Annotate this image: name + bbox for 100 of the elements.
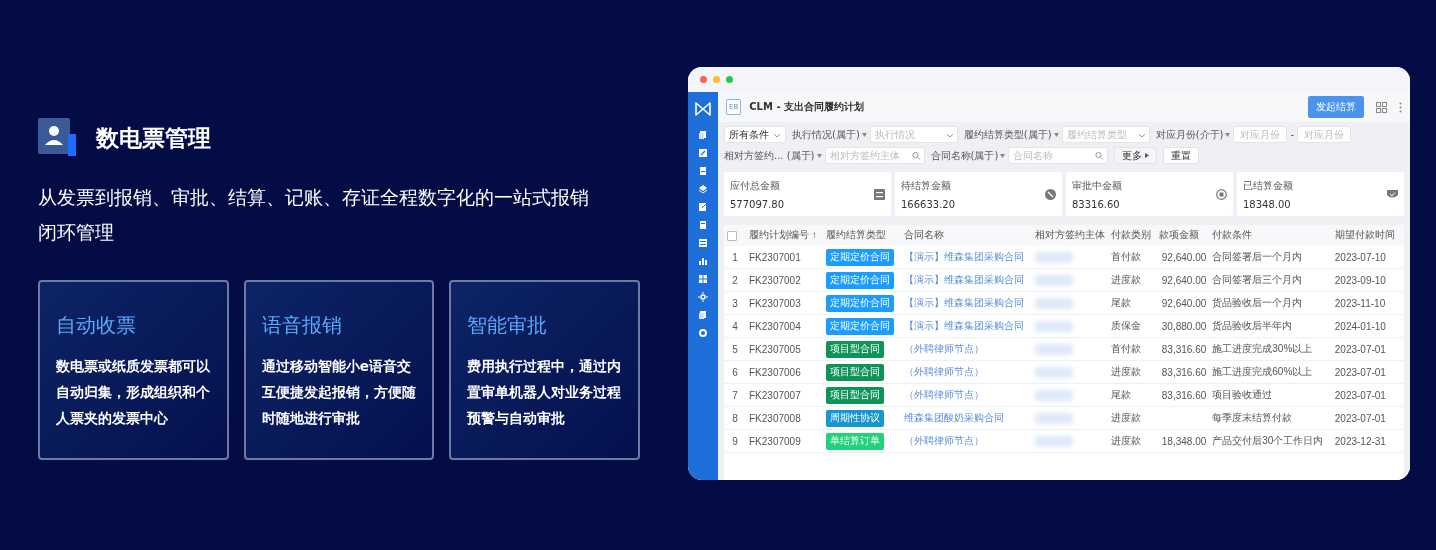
table-cell: 92,640.00 xyxy=(1156,268,1210,292)
select-all-checkbox[interactable] xyxy=(727,231,737,242)
table-cell: 2023-07-01 xyxy=(1331,360,1404,384)
table-cell: 进度款 xyxy=(1108,268,1157,292)
filter-label[interactable]: 合同名称(属于) xyxy=(930,148,1006,163)
row-number: 7 xyxy=(724,383,746,407)
document-icon[interactable] xyxy=(698,166,708,176)
range-separator: - xyxy=(1290,129,1295,140)
table-cell: 2023-12-31 xyxy=(1331,429,1404,453)
table-cell: FK2307003 xyxy=(746,291,824,315)
maximize-dot[interactable] xyxy=(726,76,733,83)
summary-label: 待结算金额 xyxy=(901,178,952,193)
reset-button[interactable]: 重置 xyxy=(1163,147,1200,164)
column-header[interactable]: 合同名称 xyxy=(903,229,944,240)
chevron-icon xyxy=(1137,131,1146,138)
table-cell: 进度款 xyxy=(1108,360,1157,384)
row-number: 9 xyxy=(724,429,746,453)
caret-icon xyxy=(861,132,867,137)
table-cell: FK2307008 xyxy=(746,406,824,430)
summary-label: 审批中金额 xyxy=(1072,178,1122,193)
contract-link[interactable]: 维森集团酸奶采购合同 xyxy=(903,412,1004,423)
contract-link[interactable]: 【演示】维森集团采购合同 xyxy=(903,274,1024,285)
card-text: 数电票或纸质发票都可以自动归集，形成组织和个人票夹的发票中心 xyxy=(56,357,211,428)
chart-icon[interactable] xyxy=(698,256,708,266)
condition-dropdown[interactable]: 所有条件 xyxy=(724,126,786,143)
type-tag: 项目型合同 xyxy=(826,386,885,404)
edit-icon[interactable] xyxy=(698,148,708,158)
redacted-text xyxy=(1035,251,1074,263)
table-cell: 货品验收后半年内 xyxy=(1209,314,1332,338)
chevron-icon xyxy=(773,131,781,138)
contract-link[interactable]: 【演示】维森集团采购合同 xyxy=(903,320,1024,331)
caret-icon xyxy=(1000,153,1006,158)
list-icon[interactable] xyxy=(698,238,708,248)
contract-link[interactable]: （外聘律师节点） xyxy=(903,389,984,400)
summary-label: 应付总金额 xyxy=(730,178,781,193)
caret-icon xyxy=(816,153,822,158)
close-dot[interactable] xyxy=(700,76,707,83)
more-button[interactable]: 更多 xyxy=(1114,147,1158,164)
grid-icon[interactable] xyxy=(698,274,708,284)
table-cell: 2023-07-10 xyxy=(1331,246,1404,269)
summary-value: 577097.80 xyxy=(730,198,785,210)
filter-label[interactable]: 执行情况(属于) xyxy=(792,127,867,142)
more-icon[interactable] xyxy=(1399,101,1402,113)
summary-value: 166633.20 xyxy=(901,198,956,210)
contract-link[interactable]: （外聘律师节点） xyxy=(903,343,984,354)
redacted-text xyxy=(1035,320,1074,332)
layers-icon[interactable] xyxy=(698,184,708,194)
table-cell: FK2307007 xyxy=(746,383,824,407)
card-title: 自动收票 xyxy=(56,312,137,339)
file-icon[interactable] xyxy=(698,220,708,230)
type-tag: 定期定价合同 xyxy=(826,248,895,266)
type-tag: 定期定价合同 xyxy=(826,317,895,335)
user-card-icon xyxy=(38,118,78,158)
minimize-dot[interactable] xyxy=(713,76,720,83)
table-cell: 2023-07-01 xyxy=(1331,406,1404,430)
filter-label[interactable]: 履约结算类型(属于) xyxy=(963,127,1059,142)
summary-value: 83316.60 xyxy=(1072,198,1121,210)
table-cell: 项目验收通过 xyxy=(1209,383,1332,407)
row-number: 5 xyxy=(724,337,746,361)
layout-icon[interactable] xyxy=(1376,101,1387,113)
list-icon xyxy=(874,188,885,200)
caret-icon xyxy=(1053,132,1059,137)
contract-link[interactable]: （外聘律师节点） xyxy=(903,435,984,446)
contract-link[interactable]: 【演示】维森集团采购合同 xyxy=(903,251,1024,262)
search-icon xyxy=(911,151,921,160)
month-field[interactable]: 对应月份 xyxy=(1233,126,1288,143)
note-icon[interactable] xyxy=(698,202,708,212)
table-cell: 施工进度完成30%以上 xyxy=(1209,337,1332,361)
table-cell: 产品交付后30个工作日内 xyxy=(1209,429,1332,453)
table-cell: 2023-09-10 xyxy=(1331,268,1404,292)
row-number: 3 xyxy=(724,291,746,315)
table-cell: 货品验收后一个月内 xyxy=(1209,291,1332,315)
type-tag: 定期定价合同 xyxy=(826,294,895,312)
summary-label: 已结算金额 xyxy=(1243,178,1293,193)
filter-label[interactable]: 相对方签约... (属于) xyxy=(724,148,822,163)
table-cell: 2023-07-01 xyxy=(1331,337,1404,361)
type-tag: 周期性协议 xyxy=(826,409,885,427)
row-number: 4 xyxy=(724,314,746,338)
card-text: 费用执行过程中，通过内置审单机器人对业务过程预警与自动审批 xyxy=(467,357,623,428)
row-number: 6 xyxy=(724,360,746,384)
contract-link[interactable]: 【演示】维森集团采购合同 xyxy=(903,297,1024,308)
month-field[interactable]: 对应月份 xyxy=(1297,126,1352,143)
select-field[interactable]: 执行情况 xyxy=(869,126,958,143)
copy-icon[interactable] xyxy=(698,130,708,140)
table-cell: 合同签署后三个月内 xyxy=(1209,268,1332,292)
table-cell: FK2307006 xyxy=(746,360,824,384)
page-title: CLM - 支出合同履约计划 xyxy=(749,100,864,114)
type-tag: 项目型合同 xyxy=(826,340,885,358)
copy-icon[interactable] xyxy=(698,310,708,320)
table-cell: 尾款 xyxy=(1108,383,1157,407)
sort-arrow[interactable]: ↑ xyxy=(812,229,817,240)
redacted-text xyxy=(1035,412,1074,424)
search-field[interactable]: 合同名称 xyxy=(1008,147,1109,164)
table-cell: 83,316.60 xyxy=(1156,337,1210,361)
card-text: 通过移动智能小e语音交互便捷发起报销，方便随时随地进行审批 xyxy=(261,357,417,428)
column-header[interactable]: 履约计划编号 xyxy=(749,229,809,240)
column-header[interactable]: 付款条件 xyxy=(1212,229,1253,240)
contract-link[interactable]: （外聘律师节点） xyxy=(903,366,984,377)
table-cell: 进度款 xyxy=(1108,406,1157,430)
filter-label[interactable]: 对应月份(介于) xyxy=(1155,127,1231,142)
